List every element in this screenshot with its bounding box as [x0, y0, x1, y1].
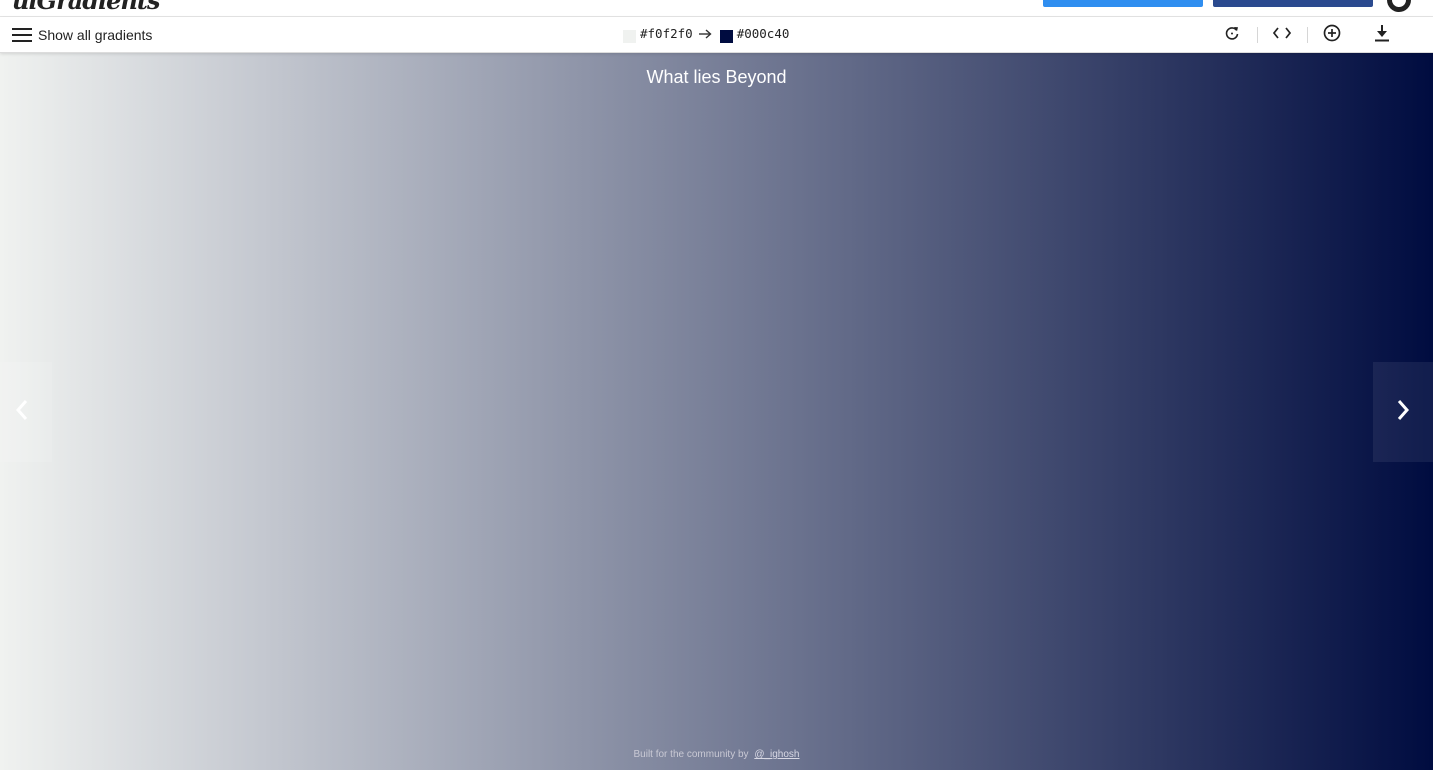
- color-stops: #f0f2f0 #000c40: [623, 17, 789, 53]
- get-css-code-button[interactable]: [1257, 17, 1307, 53]
- gradient-name: What lies Beyond: [646, 67, 787, 87]
- site-logo[interactable]: uiGradients: [12, 0, 160, 15]
- header-primary-button[interactable]: [1043, 0, 1203, 7]
- add-gradient-button[interactable]: [1307, 17, 1357, 53]
- code-icon: [1272, 26, 1292, 44]
- gradient-preview: What lies Beyond Built for the community…: [0, 53, 1433, 770]
- rotate-gradient-button[interactable]: [1207, 17, 1257, 53]
- author-link[interactable]: @_ighosh: [754, 749, 799, 760]
- site-header: uiGradients: [0, 0, 1433, 17]
- chevron-left-icon: [15, 399, 29, 426]
- start-color-swatch: [623, 29, 636, 43]
- hamburger-menu-icon: [12, 28, 32, 42]
- show-all-gradients-label: Show all gradients: [38, 27, 153, 43]
- rotate-icon: [1224, 25, 1240, 46]
- footer-credit-text: Built for the community by: [633, 749, 749, 760]
- download-gradient-button[interactable]: [1357, 17, 1407, 53]
- chevron-right-icon: [1396, 399, 1410, 426]
- download-icon: [1374, 24, 1390, 47]
- header-secondary-button[interactable]: [1213, 0, 1373, 7]
- show-all-gradients-button[interactable]: Show all gradients: [12, 17, 152, 53]
- end-color-swatch: [719, 29, 733, 43]
- add-circle-icon: [1323, 24, 1341, 47]
- github-icon[interactable]: [1385, 0, 1413, 14]
- footer-credit: Built for the community by @_ighosh: [0, 749, 1433, 760]
- next-gradient-button[interactable]: [1373, 362, 1433, 462]
- gradient-actions: [1207, 17, 1407, 53]
- previous-gradient-button[interactable]: [0, 362, 52, 462]
- end-color-hex[interactable]: #000c40: [737, 26, 790, 41]
- arrow-right-icon: [698, 26, 712, 44]
- gradient-toolbar: Show all gradients #f0f2f0 #000c40: [0, 17, 1433, 53]
- start-color-hex[interactable]: #f0f2f0: [640, 26, 693, 41]
